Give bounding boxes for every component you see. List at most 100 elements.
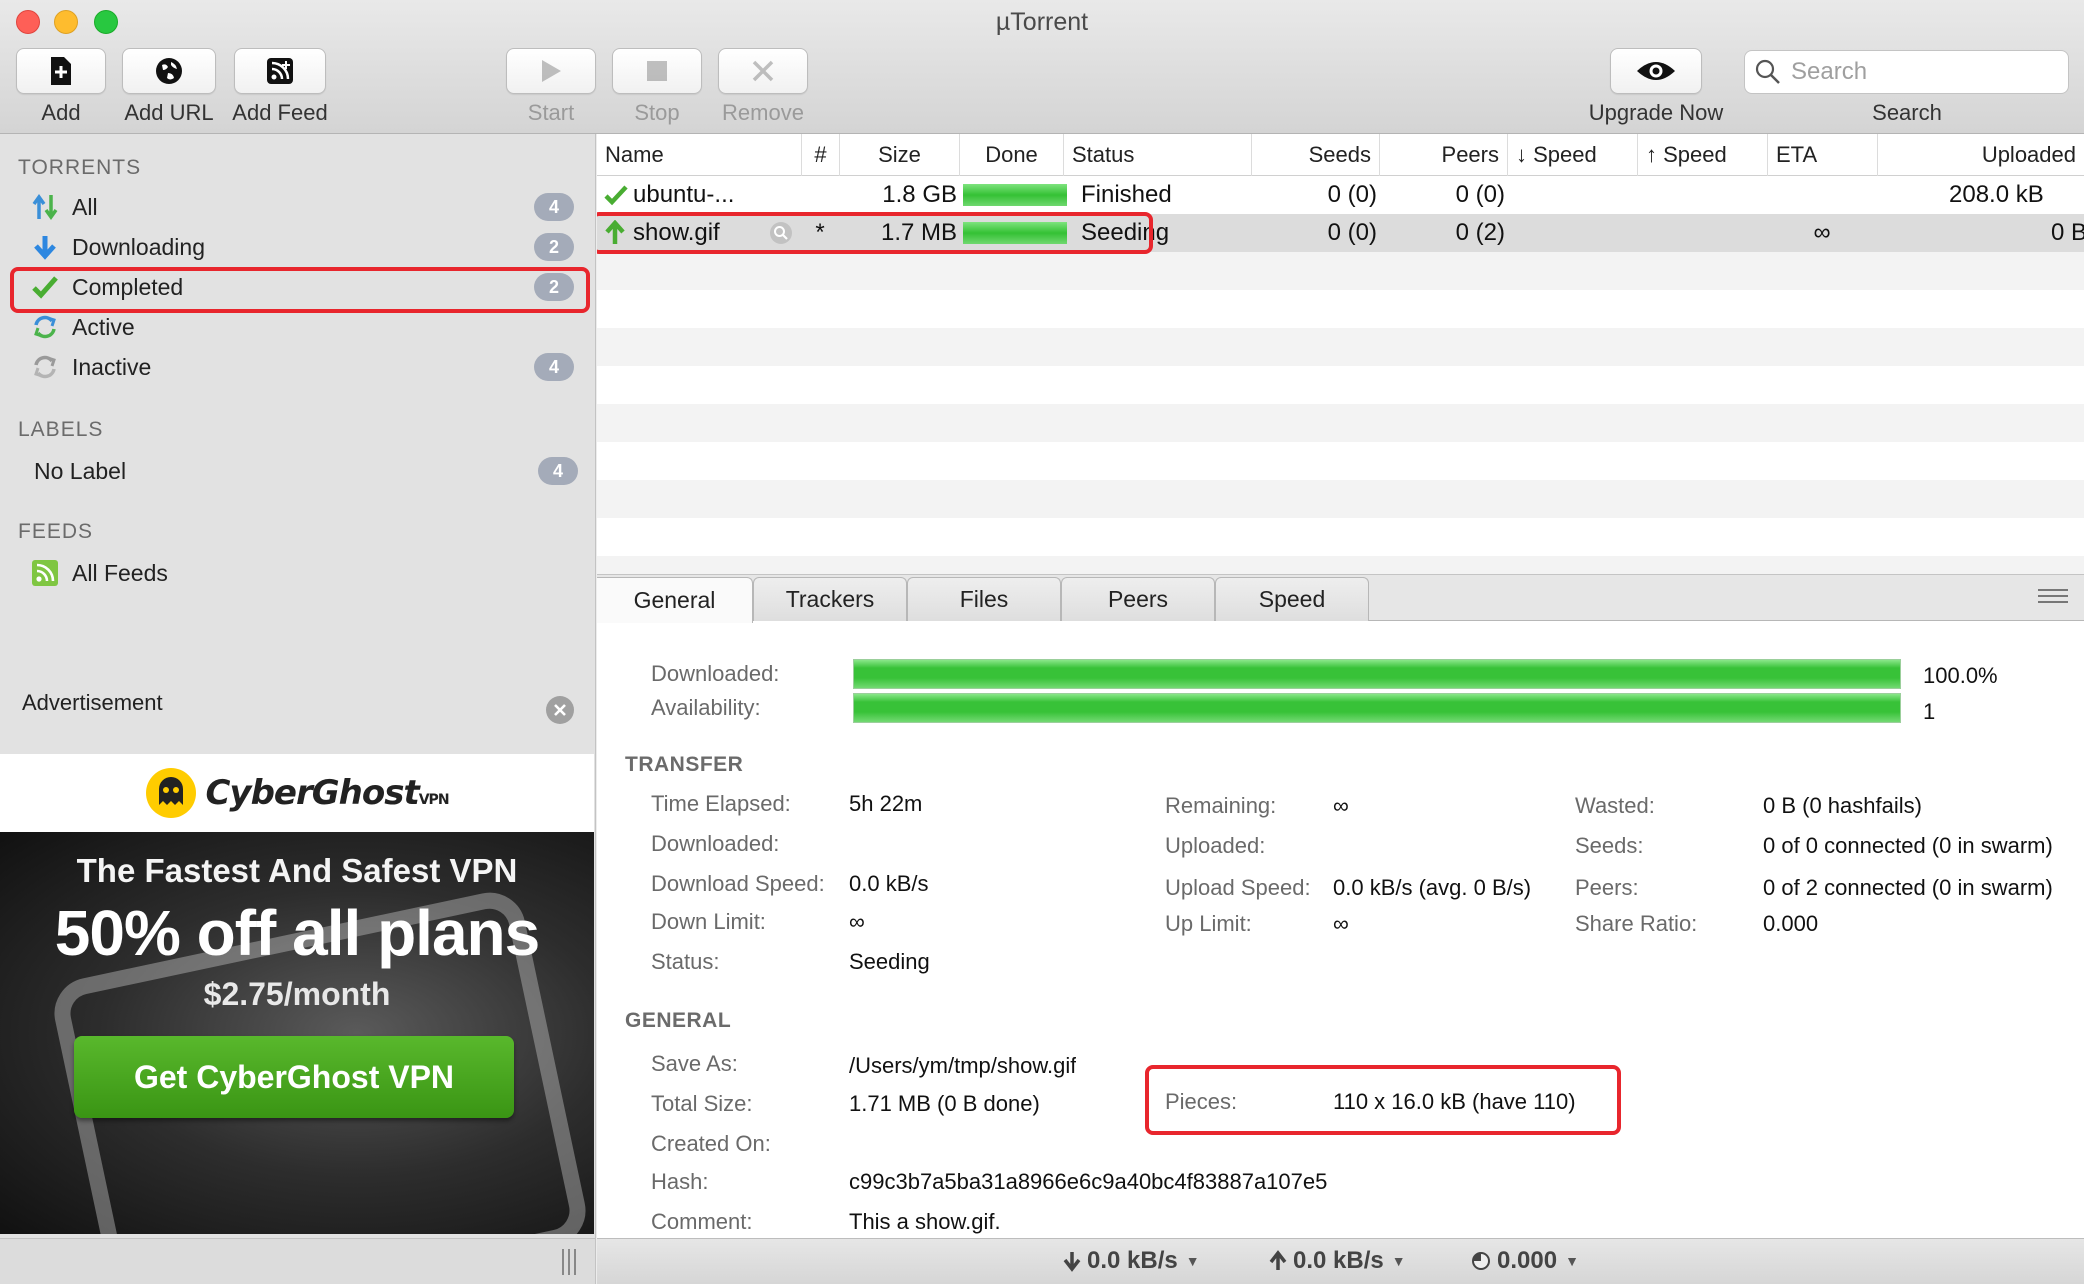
column-header-down-speed[interactable]: ↓ Speed [1507, 134, 1637, 176]
play-icon [542, 60, 561, 82]
column-header-peers[interactable]: Peers [1379, 134, 1507, 176]
tab-speed[interactable]: Speed [1215, 577, 1369, 621]
column-header-size[interactable]: Size [839, 134, 959, 176]
add-button[interactable] [16, 48, 106, 94]
add-url-label: Add URL [124, 100, 214, 125]
status-bar: 0.0 kB/s ▼ 0.0 kB/s ▼ 0.000 ▼ [597, 1238, 2084, 1284]
close-ad-button[interactable] [546, 696, 574, 724]
refresh-icon [30, 312, 60, 342]
share-ratio-control[interactable]: 0.000 ▼ [1471, 1247, 1579, 1275]
ad-logo-bar: CyberGhostVPN [0, 754, 594, 832]
torrent-peers: 0 (2) [1455, 219, 1505, 246]
up-arrow-icon [1269, 1250, 1287, 1270]
sidebar-item-label: Active [72, 313, 135, 340]
sidebar-footer [0, 1238, 596, 1284]
comment-label: Comment: [651, 1209, 753, 1234]
completed-highlight-box [10, 267, 590, 313]
remove-button[interactable] [718, 48, 808, 94]
add-label: Add [41, 100, 81, 125]
queue-number [801, 176, 839, 214]
cyberghost-ad[interactable]: CyberGhostVPN The Fastest And Safest VPN… [0, 754, 594, 1234]
search-placeholder: Search [1791, 58, 1868, 85]
total-size-label: Total Size: [651, 1091, 753, 1116]
downloaded-label: Downloaded: [651, 661, 780, 686]
stop-icon [647, 61, 667, 81]
column-header-up-speed[interactable]: ↑ Speed [1637, 134, 1767, 176]
start-button[interactable] [506, 48, 596, 94]
sidebar-item-label: Downloading [72, 233, 205, 260]
torrent-size: 1.8 GB [882, 181, 957, 208]
torrent-list: Name # Size Done Status Seeds Peers ↓ Sp… [597, 134, 2084, 574]
upload-rate: 0.0 kB/s [1293, 1247, 1384, 1274]
selected-row-highlight-box [597, 212, 1153, 254]
count-badge: 4 [534, 353, 574, 381]
stop-button[interactable] [612, 48, 702, 94]
labels-section-header: LABELS [18, 418, 104, 441]
sidebar-item-active[interactable]: Active [30, 308, 578, 346]
total-size-value: 1.71 MB (0 B done) [849, 1091, 1040, 1116]
save-as-label: Save As: [651, 1051, 738, 1076]
add-feed-icon [267, 58, 293, 84]
tab-general[interactable]: General [597, 577, 753, 623]
tab-peers[interactable]: Peers [1061, 577, 1215, 621]
status-label: Status: [651, 949, 720, 974]
hamburger-menu-icon[interactable] [2038, 589, 2068, 603]
tab-trackers[interactable]: Trackers [753, 577, 907, 621]
column-header-number[interactable]: # [801, 134, 839, 176]
column-header-uploaded[interactable]: Uploaded [1877, 134, 2084, 176]
column-header-name[interactable]: Name [597, 134, 801, 176]
torrent-name: ubuntu-... [633, 181, 735, 208]
sidebar-item-label: Inactive [72, 353, 152, 380]
chevron-down-icon: ▼ [1391, 1253, 1406, 1269]
ad-brand: CyberGhostVPN [205, 773, 449, 813]
upgrade-now-label: Upgrade Now [1588, 100, 1724, 125]
x-icon [752, 60, 774, 82]
globe-icon [156, 58, 182, 84]
torrent-peers: 0 (0) [1455, 181, 1505, 208]
sidebar-item-all[interactable]: All 4 [30, 188, 578, 226]
checkmark-icon [603, 176, 633, 214]
ad-background-image [0, 832, 594, 1234]
down-limit-value: ∞ [849, 909, 865, 934]
utorrent-window: µTorrent Add Add URL Add Feed Start Stop… [0, 0, 2084, 1284]
sidebar-item-no-label[interactable]: No Label 4 [34, 452, 582, 490]
sidebar-item-all-feeds[interactable]: All Feeds [30, 554, 578, 592]
ghost-logo-icon [146, 768, 197, 818]
upload-rate-control[interactable]: 0.0 kB/s ▼ [1269, 1247, 1406, 1275]
add-url-button[interactable] [122, 48, 216, 94]
column-header-status[interactable]: Status [1063, 134, 1251, 176]
column-header-done[interactable]: Done [959, 134, 1063, 176]
column-header-eta[interactable]: ETA [1767, 134, 1877, 176]
upgrade-now-button[interactable] [1610, 48, 1702, 94]
stop-label: Stop [634, 100, 680, 125]
search-input[interactable]: Search [1744, 50, 2069, 94]
pieces-highlight-box [1145, 1065, 1621, 1135]
column-header-seeds[interactable]: Seeds [1251, 134, 1379, 176]
availability-label: Availability: [651, 695, 761, 720]
upload-speed-label: Upload Speed: [1165, 875, 1311, 900]
add-feed-button[interactable] [234, 48, 326, 94]
window-title: µTorrent [995, 8, 1089, 36]
wasted-value: 0 B (0 hashfails) [1763, 793, 1922, 818]
add-file-icon [51, 57, 71, 85]
start-label: Start [527, 100, 575, 125]
upload-speed-value: 0.0 kB/s (avg. 0 B/s) [1333, 875, 1532, 900]
download-rate: 0.0 kB/s [1087, 1247, 1178, 1274]
peers-label: Peers: [1575, 875, 1639, 900]
ad-offer: 50% off all plans [54, 897, 540, 969]
chevron-down-icon: ▼ [1185, 1253, 1200, 1269]
download-rate-control[interactable]: 0.0 kB/s ▼ [1063, 1247, 1200, 1275]
tab-files[interactable]: Files [907, 577, 1061, 621]
search-label: Search [1872, 100, 1942, 125]
sidebar-item-downloading[interactable]: Downloading 2 [30, 228, 578, 266]
download-speed-label: Download Speed: [651, 871, 825, 896]
torrent-seeds: 0 (0) [1327, 181, 1377, 208]
resize-grip-icon[interactable] [562, 1249, 576, 1275]
get-cyberghost-button[interactable]: Get CyberGhost VPN [74, 1036, 514, 1118]
created-on-label: Created On: [651, 1131, 771, 1156]
sidebar-item-inactive[interactable]: Inactive 4 [30, 348, 578, 386]
torrent-uploaded: 208.0 kB [1949, 181, 2044, 208]
table-row[interactable]: ubuntu-... 1.8 GB Finished 0 (0) 0 (0) 2… [597, 176, 2084, 214]
sidebar-item-label: All Feeds [72, 559, 168, 586]
share-ratio-label: Share Ratio: [1575, 911, 1698, 936]
